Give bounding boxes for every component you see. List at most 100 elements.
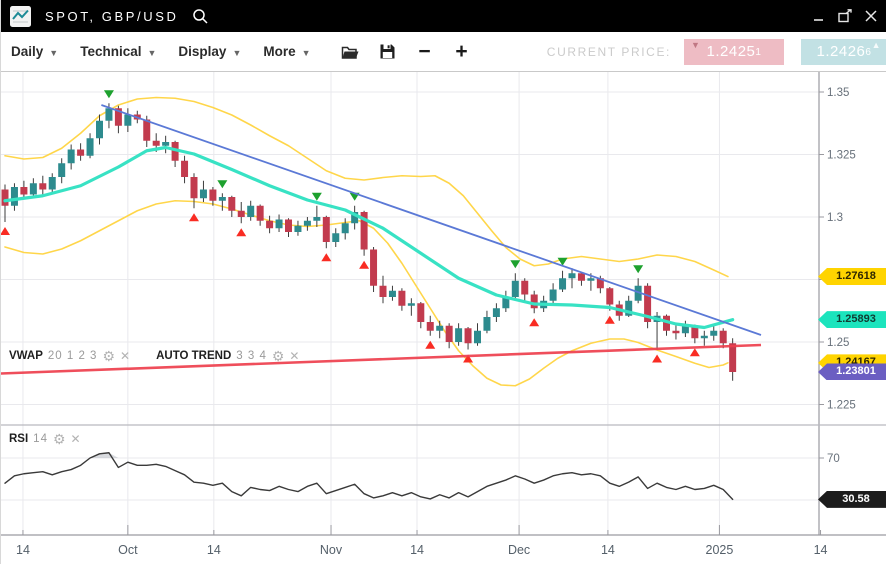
rsi-overbought-fill <box>5 453 733 458</box>
candle-body <box>162 142 169 146</box>
candle-body <box>304 221 311 226</box>
candle-body <box>191 177 198 198</box>
candle-body <box>30 183 37 194</box>
buy-marker-icon <box>321 253 331 261</box>
rsi-value-tag[interactable]: 30.58 <box>818 491 886 508</box>
menu-display[interactable]: Display ▼ <box>178 44 241 59</box>
price-tick-label: 1.325 <box>827 150 856 162</box>
price-tick-label: 1.35 <box>827 87 849 99</box>
gear-icon[interactable]: ⚙ <box>272 350 285 362</box>
candle-body <box>672 331 679 334</box>
menu-technical[interactable]: Technical ▼ <box>80 44 156 59</box>
price-axis[interactable]: 1.351.3251.31.251.22570 <box>819 87 856 500</box>
sell-marker-icon <box>104 90 114 98</box>
time-tick-label: Dec <box>508 543 530 557</box>
current-price-area: CURRENT PRICE: ▼ 1.24251 1.24266 ▲ <box>547 39 886 65</box>
candle-body <box>143 120 150 141</box>
candle-body <box>455 328 462 342</box>
time-tick-label: 14 <box>16 543 30 557</box>
search-icon[interactable] <box>192 8 209 25</box>
candle-body <box>219 197 226 201</box>
current-price-label: CURRENT PRICE: <box>547 45 671 59</box>
chevron-down-icon: ▼ <box>49 46 58 58</box>
overlay-indicator-labels: VWAP 20 1 2 3 ⚙ ✕ AUTO TREND 3 3 4 ⚙ ✕ <box>9 350 299 362</box>
chart-canvas[interactable]: 1.351.3251.31.251.2257014Oct14Nov14Dec14… <box>1 72 886 564</box>
vwap-ma-line <box>5 148 733 328</box>
candle-body <box>332 233 339 242</box>
candle-body <box>380 286 387 297</box>
candle-body <box>474 331 481 344</box>
candle-body <box>96 121 103 139</box>
candle-body <box>209 190 216 201</box>
menu-daily[interactable]: Daily ▼ <box>11 44 58 59</box>
price-tag-last-price[interactable]: 1.23801 <box>818 363 886 380</box>
price-tick-label: 1.225 <box>827 400 856 412</box>
gear-icon[interactable]: ⚙ <box>102 350 115 362</box>
candle-body <box>521 281 528 295</box>
candle-body <box>124 115 131 126</box>
popout-icon[interactable] <box>836 8 853 25</box>
title-bar: SPOT, GBP/USD <box>1 0 886 32</box>
candle-body <box>389 291 396 297</box>
toolbar: Daily ▼ Technical ▼ Display ▼ More ▼ <box>1 32 886 72</box>
candle-body <box>87 138 94 156</box>
candle-body <box>276 220 283 229</box>
candle-body <box>20 187 27 195</box>
price-tag-upper-band[interactable]: 1.27618 <box>818 268 886 285</box>
minimize-icon[interactable] <box>810 8 827 25</box>
candle-body <box>512 281 519 297</box>
trading-app-window: SPOT, GBP/USD <box>0 0 886 564</box>
candle-body <box>729 343 736 372</box>
candle-body <box>446 326 453 342</box>
zoom-out-icon[interactable]: − <box>415 42 435 62</box>
candle-body <box>550 290 557 301</box>
remove-indicator-icon[interactable]: ✕ <box>120 350 130 362</box>
candle-body <box>11 187 18 206</box>
rsi-indicator-label: RSI 14 ⚙ ✕ <box>9 433 81 445</box>
candle-body <box>569 273 576 278</box>
candle-body <box>701 336 708 339</box>
upper-band-line <box>5 98 728 277</box>
candle-body <box>266 221 273 229</box>
window-controls <box>810 8 879 25</box>
candle-body <box>153 141 160 146</box>
time-tick-label: 2025 <box>706 543 734 557</box>
candle-body <box>2 190 9 206</box>
candle-body <box>323 217 330 242</box>
rsi-line <box>5 453 733 500</box>
candle-body <box>436 326 443 331</box>
remove-indicator-icon[interactable]: ✕ <box>71 433 81 445</box>
close-icon[interactable] <box>862 8 879 25</box>
candle-body <box>427 322 434 331</box>
candle-body <box>228 197 235 211</box>
auto-trend-indicator-label: AUTO TREND 3 3 4 ⚙ ✕ <box>156 350 299 362</box>
candle-body <box>200 190 207 199</box>
buy-marker-icon <box>652 355 662 363</box>
trend-line-blue[interactable] <box>101 105 761 335</box>
arrow-down-icon: ▼ <box>691 40 700 50</box>
candle-body <box>257 206 264 221</box>
candle-body <box>77 150 84 156</box>
candle-body <box>398 291 405 306</box>
buy-marker-icon <box>359 261 369 269</box>
zoom-in-icon[interactable]: + <box>452 42 472 62</box>
sell-marker-icon <box>633 265 643 273</box>
candle-body <box>559 278 566 289</box>
candle-body <box>417 303 424 322</box>
bid-price-badge: ▼ 1.24251 <box>684 39 784 65</box>
open-folder-icon[interactable] <box>341 42 361 62</box>
chevron-down-icon: ▼ <box>147 46 156 58</box>
app-logo-icon <box>10 6 31 27</box>
buy-marker-icon <box>1 227 10 235</box>
menu-more[interactable]: More ▼ <box>263 44 310 59</box>
buy-marker-icon <box>690 348 700 356</box>
instrument-title: SPOT, GBP/USD <box>45 9 179 24</box>
candle-body <box>105 108 112 121</box>
price-tag-vwap-ma[interactable]: 1.25893 <box>818 311 886 328</box>
time-axis[interactable]: 14Oct14Nov14Dec14202514 <box>16 525 828 557</box>
remove-indicator-icon[interactable]: ✕ <box>289 350 299 362</box>
rsi-pane <box>5 453 733 500</box>
candle-body <box>578 273 585 281</box>
save-icon[interactable] <box>378 42 398 62</box>
gear-icon[interactable]: ⚙ <box>53 433 66 445</box>
